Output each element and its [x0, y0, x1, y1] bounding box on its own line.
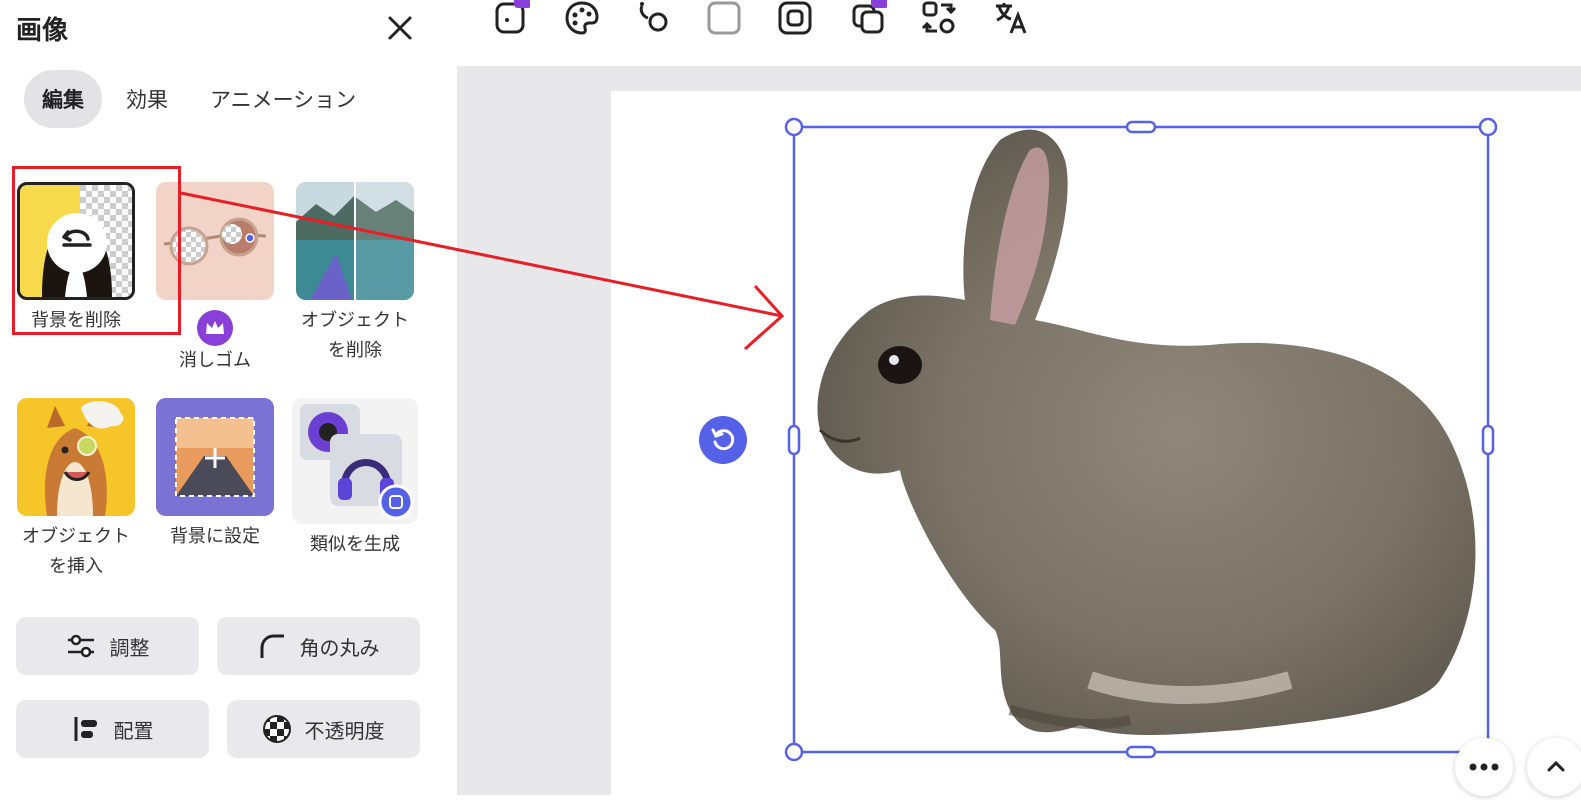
- chevron-up-icon: [1547, 760, 1565, 772]
- expand-pages-button[interactable]: [1527, 738, 1581, 796]
- more-icon: [1469, 763, 1499, 771]
- annotation-arrow: [180, 191, 785, 351]
- more-options-button[interactable]: [1455, 738, 1513, 796]
